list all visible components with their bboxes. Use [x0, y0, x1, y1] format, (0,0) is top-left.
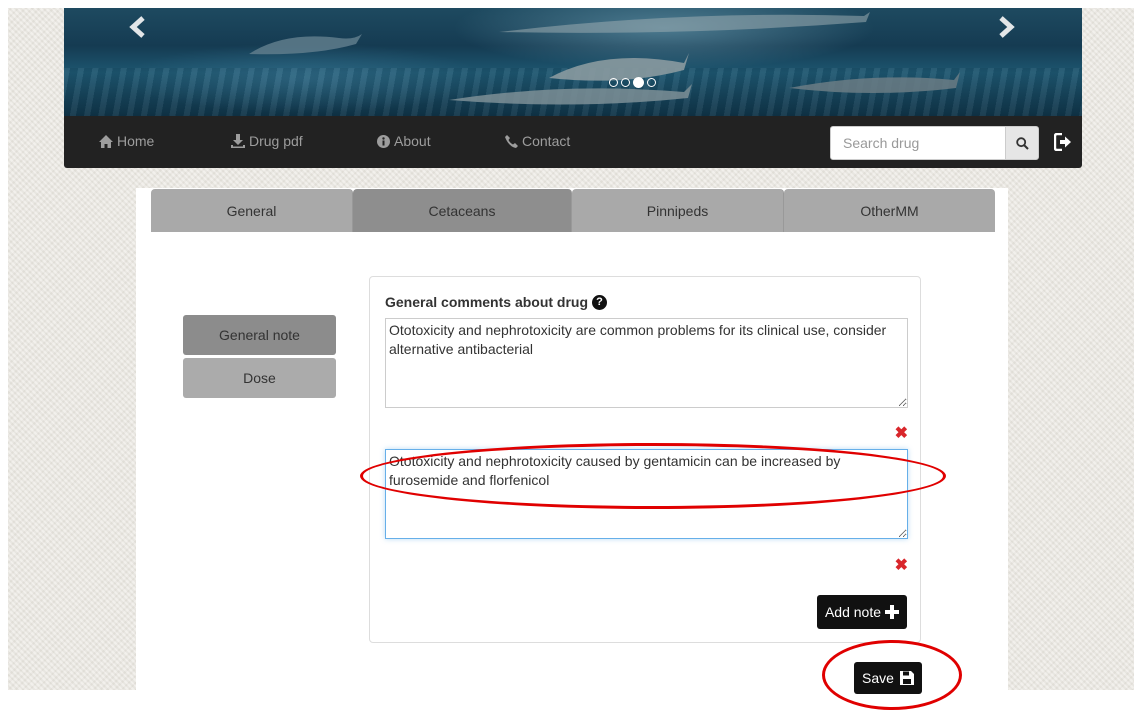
- home-icon: [99, 134, 113, 148]
- search-input[interactable]: [830, 126, 1006, 160]
- download-icon: [231, 134, 245, 148]
- phone-icon: [505, 134, 518, 148]
- save-button[interactable]: Save: [854, 662, 922, 694]
- banner-carousel: [64, 8, 1082, 116]
- remove-note-1-icon[interactable]: ✖: [895, 423, 908, 443]
- add-note-label: Add note: [824, 604, 882, 620]
- tab-cetaceans[interactable]: Cetaceans: [353, 189, 572, 232]
- prev-arrow-icon[interactable]: [128, 16, 152, 40]
- nav-about-label: About: [394, 133, 431, 149]
- nav-home-label: Home: [117, 133, 155, 149]
- dolphin-image: [449, 84, 692, 105]
- nav-drug-pdf-label: Drug pdf: [249, 133, 303, 149]
- dolphin-image: [249, 34, 362, 55]
- tab-othermm[interactable]: OtherMM: [784, 189, 995, 232]
- tab-label: General: [226, 202, 277, 219]
- note-textarea-2[interactable]: [385, 449, 908, 539]
- nav-contact-label: Contact: [522, 133, 571, 149]
- info-icon: [377, 134, 390, 148]
- plus-icon: [885, 605, 900, 619]
- tab-label: Cetaceans: [428, 202, 496, 219]
- nav-drug-pdf[interactable]: Drug pdf: [231, 133, 303, 149]
- search-button[interactable]: [1005, 126, 1039, 160]
- carousel-dot[interactable]: [633, 77, 644, 88]
- side-button-label: Dose: [243, 370, 276, 386]
- carousel-indicators: [609, 77, 656, 88]
- notes-panel: General comments about drug ? ✖ ✖ Add no…: [369, 276, 921, 643]
- panel-title: General comments about drug ?: [385, 294, 608, 310]
- next-arrow-icon[interactable]: [994, 16, 1018, 40]
- side-general-note-button[interactable]: General note: [183, 315, 336, 355]
- dolphin-image: [789, 72, 960, 93]
- floppy-disk-icon: [899, 671, 914, 685]
- tab-label: OtherMM: [860, 202, 919, 219]
- side-button-label: General note: [219, 327, 300, 343]
- logout-button[interactable]: [1052, 131, 1074, 153]
- note-textarea-1[interactable]: [385, 318, 908, 408]
- nav-home[interactable]: Home: [99, 133, 154, 149]
- carousel-dot[interactable]: [609, 78, 618, 87]
- nav-contact[interactable]: Contact: [505, 133, 570, 149]
- navbar: Home Drug pdf About Contact: [64, 116, 1082, 168]
- help-icon[interactable]: ?: [592, 294, 608, 310]
- add-note-button[interactable]: Add note: [817, 595, 907, 629]
- tab-pinnipeds[interactable]: Pinnipeds: [572, 189, 784, 232]
- carousel-dot[interactable]: [621, 78, 630, 87]
- panel-title-text: General comments about drug: [385, 294, 589, 310]
- dolphin-image: [499, 12, 870, 33]
- search-icon: [1015, 136, 1029, 150]
- nav-about[interactable]: About: [377, 133, 431, 149]
- carousel-dot[interactable]: [647, 78, 656, 87]
- tab-general[interactable]: General: [151, 189, 353, 232]
- side-dose-button[interactable]: Dose: [183, 358, 336, 398]
- remove-note-2-icon[interactable]: ✖: [895, 555, 908, 575]
- logout-icon: [1054, 133, 1071, 151]
- main-content: General Cetaceans Pinnipeds OtherMM Gene…: [136, 188, 1008, 694]
- tab-label: Pinnipeds: [646, 202, 709, 219]
- save-label: Save: [862, 670, 894, 686]
